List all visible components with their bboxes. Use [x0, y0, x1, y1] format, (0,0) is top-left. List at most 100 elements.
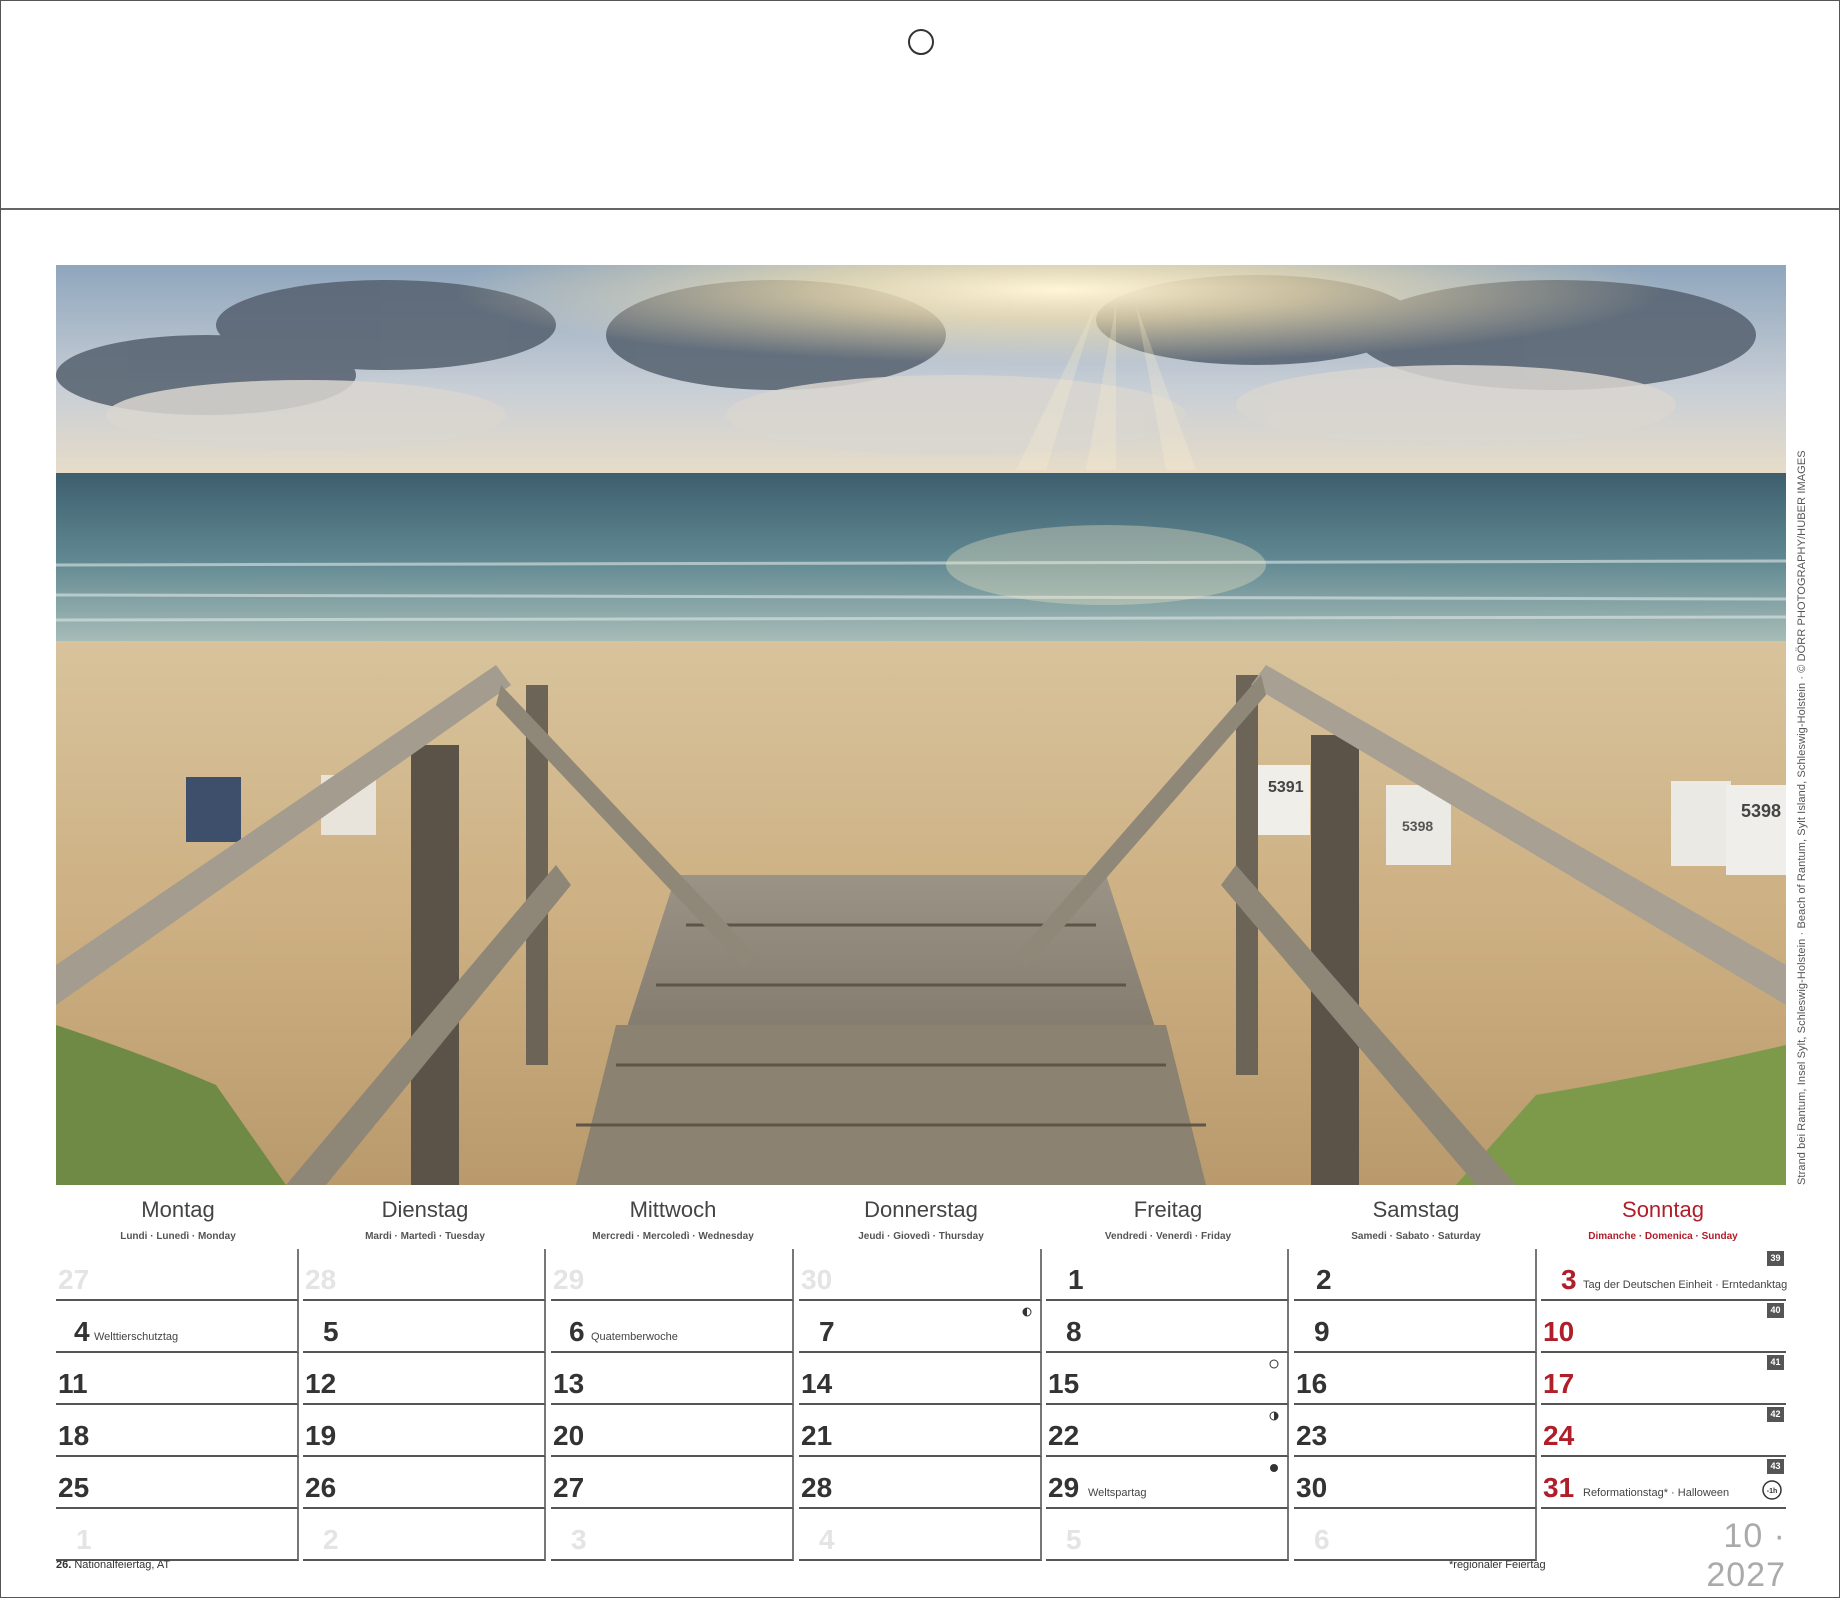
- holiday-label: Reformationstag* · Halloween: [1583, 1487, 1730, 1499]
- day-cell[interactable]: 6: [1294, 1509, 1537, 1561]
- day-cell[interactable]: 25: [56, 1457, 299, 1509]
- day-cell[interactable]: 6 Quatemberwoche: [551, 1301, 794, 1353]
- weekday-translations: Dimanche · Domenica · Sunday: [1588, 1231, 1738, 1242]
- day-number: 11: [58, 1368, 88, 1399]
- day-cell[interactable]: 29 Weltspartag: [1046, 1457, 1289, 1509]
- day-cell[interactable]: 15: [1046, 1353, 1289, 1405]
- weekday-translations: Mercredi · Mercoledì · Wednesday: [592, 1231, 754, 1242]
- holiday-label: Tag der Deutschen Einheit · Erntedanktag: [1583, 1279, 1788, 1291]
- day-cell[interactable]: 4: [799, 1509, 1042, 1561]
- day-cell[interactable]: 11: [56, 1353, 299, 1405]
- day-cell[interactable]: 30: [799, 1249, 1042, 1301]
- day-cell[interactable]: 29: [551, 1249, 794, 1301]
- day-number: 27: [553, 1472, 585, 1503]
- week-number-badge: 39: [1767, 1251, 1784, 1266]
- hanger-strip: [1, 1, 1839, 210]
- day-number: 26: [305, 1472, 337, 1503]
- day-cell[interactable]: 17 41: [1541, 1353, 1786, 1405]
- beach-scene-illustration: 5391 5398 5398: [56, 265, 1786, 1185]
- day-cell[interactable]: 28: [799, 1457, 1042, 1509]
- footnote-regional-holiday: *regionaler Feiertag: [1449, 1559, 1546, 1571]
- week-number-badge: 41: [1767, 1355, 1784, 1370]
- day-number: 4: [74, 1316, 90, 1347]
- calendar-page: 5391 5398 5398 Strand bei Rantum, Insel …: [0, 0, 1840, 1598]
- day-cell[interactable]: 8: [1046, 1301, 1289, 1353]
- month-year-label: 10 · 2027: [1706, 1517, 1786, 1594]
- day-cell[interactable]: 19: [303, 1405, 546, 1457]
- day-cell[interactable]: 16: [1294, 1353, 1537, 1405]
- day-cell[interactable]: 1: [1046, 1249, 1289, 1301]
- day-number: 5: [1066, 1524, 1082, 1555]
- day-cell[interactable]: 7: [799, 1301, 1042, 1353]
- day-number: 16: [1296, 1368, 1328, 1399]
- day-number: 28: [305, 1264, 337, 1295]
- day-number: 22: [1048, 1420, 1080, 1451]
- day-cell[interactable]: 5: [1046, 1509, 1289, 1561]
- day-number: 2: [323, 1524, 339, 1555]
- day-number: 30: [1296, 1472, 1328, 1503]
- weekday-name: Freitag: [1133, 1197, 1203, 1222]
- beach-chair-number: 5391: [1268, 779, 1304, 796]
- day-cell[interactable]: 27: [56, 1249, 299, 1301]
- last-quarter-moon-icon: [1022, 1307, 1032, 1317]
- day-cell[interactable]: 28: [303, 1249, 546, 1301]
- day-cell[interactable]: 23: [1294, 1405, 1537, 1457]
- day-cell[interactable]: 3: [551, 1509, 794, 1561]
- day-number: 1: [76, 1524, 92, 1555]
- day-number: 29: [553, 1264, 585, 1295]
- day-cell[interactable]: 31 Reformationstag* · Halloween 43 -1h: [1541, 1457, 1786, 1509]
- weekday-translations: Vendredi · Venerdì · Friday: [1104, 1231, 1232, 1242]
- day-cell[interactable]: 14: [799, 1353, 1042, 1405]
- day-cell[interactable]: 1: [56, 1509, 299, 1561]
- footnote-austria-holiday: 26. Nationalfeiertag, AT: [56, 1559, 170, 1571]
- day-cell[interactable]: 4 Welttierschutztag: [56, 1301, 299, 1353]
- footnote-text: Nationalfeiertag, AT: [74, 1559, 171, 1571]
- day-number: 5: [323, 1316, 339, 1347]
- day-cell[interactable]: 10 40: [1541, 1301, 1786, 1353]
- weekday-name: Samstag: [1372, 1197, 1460, 1222]
- day-cell[interactable]: 18: [56, 1405, 299, 1457]
- day-number: 29: [1048, 1472, 1080, 1503]
- day-number: 10: [1543, 1316, 1575, 1347]
- dst-badge-text: -1h: [1767, 1488, 1778, 1495]
- weekday-header-saturday: Samstag Samedi · Sabato · Saturday: [1294, 1197, 1538, 1243]
- day-cell[interactable]: 13: [551, 1353, 794, 1405]
- day-cell[interactable]: 20: [551, 1405, 794, 1457]
- hang-hole-icon: [908, 29, 934, 55]
- weekday-name: Mittwoch: [629, 1197, 717, 1222]
- day-cell[interactable]: 21: [799, 1405, 1042, 1457]
- event-label: Weltspartag: [1088, 1487, 1147, 1499]
- weekday-translations: Jeudi · Giovedì · Thursday: [858, 1231, 984, 1242]
- clock-change-icon: -1h: [1762, 1480, 1782, 1500]
- day-cell[interactable]: 27: [551, 1457, 794, 1509]
- weekday-header-friday: Freitag Vendredi · Venerdì · Friday: [1046, 1197, 1290, 1243]
- day-number: 19: [305, 1420, 337, 1451]
- day-number: 30: [801, 1264, 833, 1295]
- day-cell[interactable]: 26: [303, 1457, 546, 1509]
- day-cell[interactable]: 9: [1294, 1301, 1537, 1353]
- day-cell[interactable]: 30: [1294, 1457, 1537, 1509]
- day-number: 20: [553, 1420, 585, 1451]
- day-cell[interactable]: 2: [303, 1509, 546, 1561]
- day-number: 3: [571, 1524, 587, 1555]
- beach-photo: 5391 5398 5398: [56, 265, 1786, 1185]
- day-number: 14: [801, 1368, 833, 1399]
- day-cell[interactable]: 2: [1294, 1249, 1537, 1301]
- day-cell[interactable]: 12: [303, 1353, 546, 1405]
- week-number-badge: 40: [1767, 1303, 1784, 1318]
- day-cell[interactable]: 5: [303, 1301, 546, 1353]
- day-cell[interactable]: 22: [1046, 1405, 1289, 1457]
- beach-chair-number: 5398: [1741, 801, 1781, 821]
- week-number-badge: 42: [1767, 1407, 1784, 1422]
- beach-chair-number: 5398: [1402, 818, 1433, 834]
- weekday-name: Sonntag: [1622, 1197, 1704, 1222]
- weekday-translations: Lundi · Lunedì · Monday: [120, 1231, 236, 1242]
- day-number: 27: [58, 1264, 90, 1295]
- weekday-name: Donnerstag: [864, 1197, 978, 1222]
- day-number: 4: [819, 1524, 835, 1555]
- photo-credit: Strand bei Rantum, Insel Sylt, Schleswig…: [1796, 450, 1808, 1185]
- day-number: 23: [1296, 1420, 1328, 1451]
- day-cell[interactable]: 24 42: [1541, 1405, 1786, 1457]
- weekday-header-sunday: Sonntag Dimanche · Domenica · Sunday: [1541, 1197, 1785, 1243]
- day-cell[interactable]: 3 Tag der Deutschen Einheit · Erntedankt…: [1541, 1249, 1788, 1301]
